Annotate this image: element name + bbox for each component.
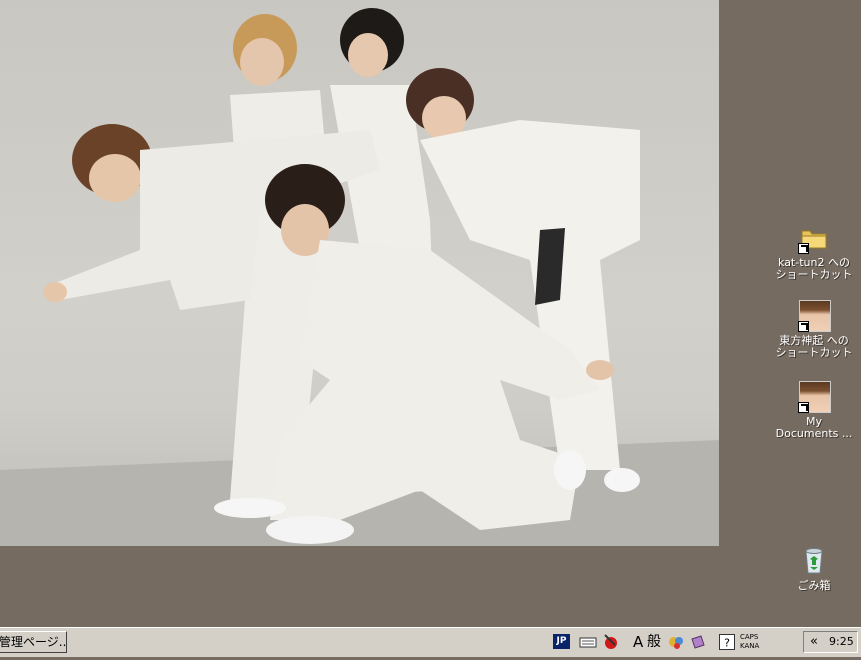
folder-icon	[798, 222, 830, 254]
handwriting-pad-icon[interactable]	[601, 631, 621, 653]
taskbar-window-button[interactable]: 管理ページ...	[0, 631, 67, 653]
desktop-icon-my-documents[interactable]: My Documents ...	[774, 381, 854, 440]
desktop-icon-tohoshinki-shortcut[interactable]: 東方神起 へのショートカット	[774, 300, 854, 359]
desktop-icon-label: ごみ箱	[797, 579, 831, 592]
ime-conversion-mode[interactable]: 般	[647, 631, 661, 653]
desktop-icon-kat-tun2-shortcut[interactable]: kat-tun2 へのショートカット	[774, 222, 854, 281]
desktop-icon-label: 東方神起 へのショートカット	[775, 334, 853, 359]
svg-text:?: ?	[724, 637, 730, 650]
ime-language-indicator[interactable]: JP	[553, 634, 570, 649]
kana-label: KANA	[740, 642, 760, 650]
desktop-icon-label: My Documents ...	[775, 415, 853, 440]
shortcut-arrow-icon	[798, 243, 809, 254]
photo-icon	[798, 381, 831, 413]
ime-language-bar: JP A 般 ?	[549, 631, 739, 653]
tray-expand-button[interactable]: «	[810, 632, 818, 652]
ime-dictionary-icon[interactable]	[689, 631, 707, 653]
desktop-wallpaper	[0, 0, 719, 546]
wallpaper-photo	[0, 8, 719, 546]
caps-kana-indicator: CAPS KANA	[740, 631, 796, 653]
clock[interactable]: 9:25	[829, 632, 854, 652]
shortcut-arrow-icon	[798, 402, 809, 413]
shortcut-arrow-icon	[798, 321, 809, 332]
ime-input-mode[interactable]: A	[633, 631, 643, 653]
system-tray: « 9:25	[803, 631, 858, 653]
photo-icon	[798, 300, 831, 332]
ime-tools-icon[interactable]	[667, 631, 685, 653]
desktop-icon-label: kat-tun2 へのショートカット	[775, 256, 853, 281]
recycle-bin-icon	[798, 545, 830, 577]
desktop-icon-recycle-bin[interactable]: ごみ箱	[774, 545, 854, 592]
caps-label: CAPS	[740, 633, 759, 641]
keyboard-icon[interactable]	[579, 631, 597, 653]
taskbar: 管理ページ... JP A 般 ? CAPS KANA « 9:25	[0, 627, 861, 657]
help-icon[interactable]: ?	[719, 631, 735, 653]
